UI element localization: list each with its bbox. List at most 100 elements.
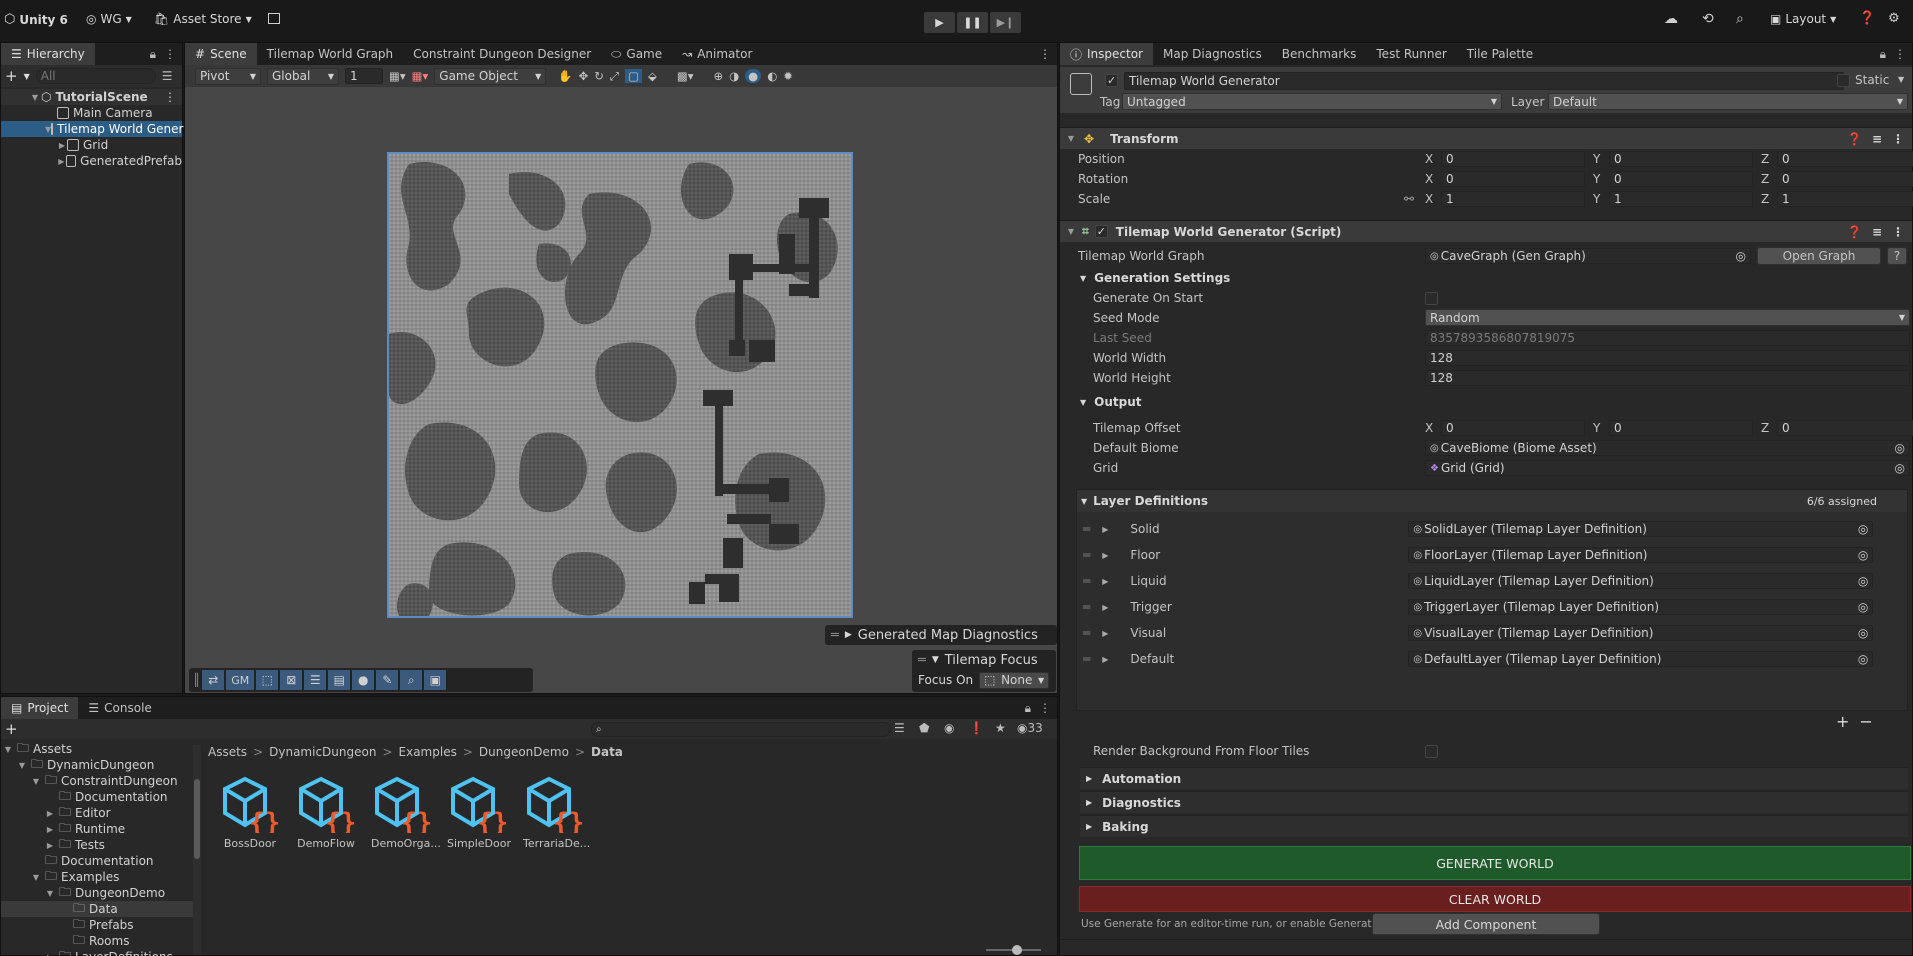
folder-item[interactable]: ▶ 🗀︎ Editor (1, 805, 201, 821)
step-button[interactable]: ▶❙ (990, 12, 1021, 33)
tab-inspector[interactable]: ⓘ Inspector (1060, 43, 1153, 65)
tag-dropdown[interactable]: Untagged ▼ (1122, 93, 1502, 110)
object-picker-icon[interactable]: ◎ (1858, 652, 1868, 666)
rotate-tool-icon[interactable]: ↻ (594, 69, 604, 83)
preset-icon[interactable]: ≡ (1872, 132, 1882, 146)
z-input[interactable]: 1 (1777, 191, 1913, 207)
kebab-menu-icon[interactable]: ⋮ (1892, 225, 1904, 239)
object-picker-icon[interactable]: ◎ (1858, 626, 1868, 640)
lock-icon[interactable]: 🔒︎ (150, 47, 156, 62)
z-input[interactable]: 0 (1777, 151, 1913, 167)
script-component-header[interactable]: ▼ ⌗ Tilemap World Generator (Script) ❓ ≡… (1060, 220, 1912, 242)
tab-test-runner[interactable]: Test Runner (1366, 43, 1456, 65)
warning-filter-icon[interactable]: ◉ (944, 721, 954, 735)
breadcrumb-item[interactable]: DynamicDungeon (269, 745, 376, 759)
world-height-input[interactable]: 128 (1425, 370, 1910, 386)
rect-tool-icon[interactable]: ▢ (625, 69, 642, 83)
scene-row[interactable]: ▼ ⬡ TutorialScene ⋮ (1, 89, 182, 105)
tab-tile-palette[interactable]: Tile Palette (1457, 43, 1543, 65)
asset-store-button[interactable]: 🛍 Asset Store ▼ (154, 12, 252, 26)
folder-item[interactable]: 🗀︎ Documentation (1, 789, 201, 805)
grid-size-input[interactable]: 1 (345, 68, 383, 84)
help-icon[interactable]: ❓ (1847, 132, 1862, 146)
expand-icon[interactable]: ▼ (1081, 497, 1087, 506)
x-input[interactable]: 0 (1441, 171, 1585, 187)
generation-settings-foldout[interactable]: ▼ Generation Settings (1080, 271, 1230, 285)
expand-icon[interactable]: ▼ (932, 655, 939, 665)
layout-dropdown[interactable]: ▣ Layout ▼ (1770, 12, 1836, 26)
play-button[interactable]: ▶ (924, 12, 955, 33)
collapsed-arrow-icon[interactable]: ▶ (1102, 551, 1108, 560)
render-bg-checkbox[interactable] (1425, 745, 1438, 758)
layer-definition-field[interactable]: ◎ LiquidLayer (Tilemap Layer Definition) ◎ (1408, 573, 1874, 589)
expand-icon[interactable]: ▼ (17, 761, 27, 770)
x-input[interactable]: 1 (1441, 191, 1585, 207)
collapsed-arrow-icon[interactable]: ▶ (845, 630, 852, 640)
expand-icon[interactable]: ▼ (3, 745, 13, 754)
collapsed-arrow-icon[interactable]: ▶ (45, 841, 55, 850)
asset-item[interactable]: {} TerrariaDe... (523, 773, 590, 850)
erase-tool-icon[interactable]: ⊠ (280, 670, 303, 690)
add-icon[interactable]: + (5, 67, 18, 85)
lit-icon[interactable]: ◐ (767, 69, 777, 83)
tab-hierarchy[interactable]: ☰ Hierarchy (1, 43, 95, 65)
help-icon[interactable]: ❓ (1847, 225, 1862, 239)
hierarchy-item-tilemap-world-generator[interactable]: ▼ Tilemap World Generator (1, 121, 208, 137)
object-picker-icon[interactable]: ◎ (1736, 249, 1746, 263)
transform-tool-icon[interactable]: ⬙ (648, 69, 657, 83)
persp-icon[interactable]: ⊕ (713, 69, 723, 83)
grid-snap-icon[interactable]: ▦▾ (389, 69, 406, 83)
expand-icon[interactable]: ▼ (1066, 227, 1076, 236)
tab-constraint-dungeon-designer[interactable]: Constraint Dungeon Designer (403, 43, 601, 65)
drag-handle-icon[interactable]: ═ (1083, 626, 1090, 640)
expand-icon[interactable]: ▼ (45, 889, 55, 898)
bounds-tool-icon[interactable]: ⬚ (256, 670, 279, 690)
drag-handle-icon[interactable]: ═ (1083, 574, 1090, 588)
component-enabled-checkbox[interactable] (1094, 225, 1108, 238)
collapsed-arrow-icon[interactable]: ▶ (1086, 822, 1092, 831)
gizmos-icon[interactable]: ▩▾ (677, 69, 694, 83)
offset-z-input[interactable]: 0 (1777, 420, 1913, 436)
pivot-dropdown[interactable]: Pivot ▼ (195, 67, 261, 85)
y-input[interactable]: 0 (1609, 171, 1753, 187)
expand-icon[interactable]: ▼ (30, 93, 40, 102)
folder-item[interactable]: ▼ 🗀︎ Examples (1, 869, 201, 885)
favorite-icon[interactable]: ★ (995, 721, 1006, 735)
object-picker-icon[interactable]: ◎ (1895, 461, 1905, 475)
folder-item[interactable]: ▶ 🗀︎ Runtime (1, 821, 201, 837)
layer-definition-field[interactable]: ◎ TriggerLayer (Tilemap Layer Definition)… (1408, 599, 1874, 615)
folder-item[interactable]: 🗀︎ Prefabs (1, 917, 201, 933)
folder-item[interactable]: 🗀︎ Rooms (1, 933, 201, 949)
object-picker-icon[interactable]: ◎ (1858, 600, 1868, 614)
drag-handle-icon[interactable]: ║ (193, 673, 200, 687)
kebab-menu-icon[interactable]: ⋮ (1039, 701, 1051, 715)
breadcrumb-item[interactable]: Examples (399, 745, 457, 759)
gm-button[interactable]: GM (226, 670, 255, 690)
map-diagnostics-overlay[interactable]: ═ ▶ Generated Map Diagnostics (825, 625, 1057, 645)
chevron-down-icon[interactable]: ▼ (1898, 75, 1904, 84)
focus-on-dropdown[interactable]: ⬚ None ▼ (979, 671, 1050, 689)
settings-icon[interactable]: ⚙ (1888, 11, 1900, 26)
folder-item[interactable]: ▶ 🗀︎ Tests (1, 837, 201, 853)
drag-handle-icon[interactable]: ═ (1083, 548, 1090, 562)
folder-item[interactable]: 🗀︎ Documentation (1, 853, 201, 869)
help-icon[interactable]: ❓ (1859, 11, 1875, 26)
tab-animator[interactable]: ↝ Animator (672, 43, 762, 65)
drag-handle-icon[interactable]: ═ (1083, 652, 1090, 666)
object-picker-icon[interactable]: ◎ (1858, 522, 1868, 536)
lock-icon[interactable]: 🔒︎ (1880, 47, 1886, 62)
y-input[interactable]: 0 (1609, 151, 1753, 167)
kebab-menu-icon[interactable]: ⋮ (1892, 132, 1904, 146)
object-name-input[interactable]: Tilemap World Generator (1124, 72, 1844, 90)
collapsed-arrow-icon[interactable]: ▶ (1102, 577, 1108, 586)
pattern-tool-icon[interactable]: ▤ (328, 670, 351, 690)
graph-help-button[interactable]: ? (1887, 247, 1907, 265)
layers-tool-icon[interactable]: ☰ (304, 670, 327, 690)
collapsed-arrow-icon[interactable]: ▶ (1102, 603, 1108, 612)
static-checkbox[interactable] (1837, 74, 1850, 87)
breadcrumb-item[interactable]: Data (591, 745, 623, 759)
history-icon[interactable]: ⟲ (1702, 11, 1714, 27)
breadcrumb-item[interactable]: Assets (208, 745, 247, 759)
kebab-menu-icon[interactable]: ⋮ (1039, 47, 1051, 61)
add-element-button[interactable]: + (1836, 712, 1849, 731)
